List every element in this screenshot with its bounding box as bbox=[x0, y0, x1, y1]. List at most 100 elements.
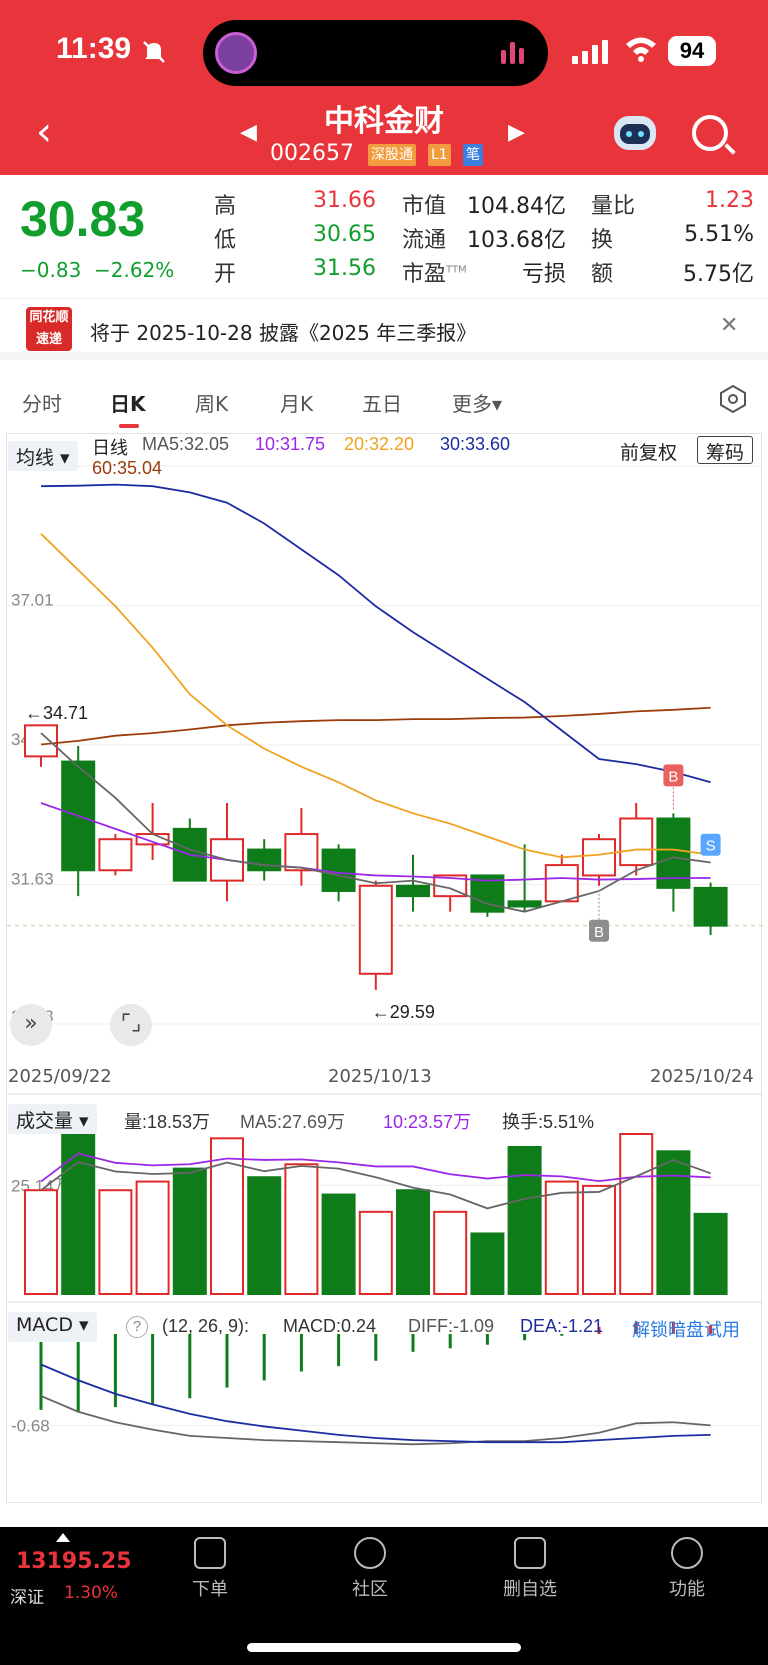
kline-chart[interactable]: 39.7137.0134.3331.6328.93←34.71←29.59BBS… bbox=[7, 434, 763, 1504]
candle-body bbox=[24, 724, 58, 758]
close-icon[interactable]: ✕ bbox=[720, 313, 738, 338]
menu-circle-icon bbox=[671, 1537, 703, 1569]
tab-five-day[interactable]: 五日 bbox=[362, 388, 402, 417]
legend-ma5: MA5:32.05 bbox=[142, 434, 230, 454]
legend-ma10: 10:31.75 bbox=[255, 434, 326, 454]
help-icon[interactable]: ? bbox=[126, 1316, 148, 1338]
settings-hexagon-icon[interactable] bbox=[718, 384, 748, 414]
tab-monthly-k[interactable]: 月K bbox=[280, 388, 313, 417]
tag-shenzhen-connect: 深股通 bbox=[368, 144, 416, 166]
quote-label: 低 bbox=[214, 228, 237, 253]
volume-bar bbox=[619, 1133, 654, 1295]
nav-remove-watchlist[interactable]: 删自选 bbox=[490, 1527, 570, 1601]
status-time: 11:39 bbox=[56, 32, 132, 65]
macd-params: (12, 26, 9): bbox=[162, 1316, 250, 1336]
volume-bar bbox=[172, 1167, 207, 1296]
tag-l1: L1 bbox=[428, 144, 451, 166]
sell-signal-label: S bbox=[706, 838, 716, 855]
news-banner[interactable]: 同花顺 速递 将于 2025-10-28 披露《2025 年三季报》 ✕ bbox=[0, 298, 768, 360]
tab-weekly-k[interactable]: 周K bbox=[195, 388, 228, 417]
quote-label: 高 bbox=[214, 194, 237, 219]
fullscreen-icon[interactable]: ⌜⌟ bbox=[110, 1004, 152, 1046]
candle-body bbox=[247, 848, 282, 872]
date-mid: 2025/10/13 bbox=[328, 1066, 432, 1087]
volume-bar bbox=[284, 1163, 319, 1295]
volume-bar bbox=[98, 1189, 133, 1295]
date-end: 2025/10/24 bbox=[650, 1066, 754, 1087]
tag-pen: 笔 bbox=[463, 144, 483, 166]
quote-label: 市值 bbox=[402, 194, 447, 219]
robot-assistant-icon[interactable] bbox=[614, 116, 656, 150]
buy-signal-label: B bbox=[668, 768, 678, 785]
legend-dea: DEA:-1.21 bbox=[520, 1316, 604, 1336]
quote-value: 5.51% bbox=[684, 222, 754, 247]
volume-bar bbox=[582, 1184, 616, 1296]
ma30-line bbox=[40, 483, 711, 784]
avatar bbox=[215, 32, 257, 74]
volume-indicator-select[interactable]: 成交量 ▾ bbox=[8, 1104, 97, 1134]
news-logo: 同花顺 速递 bbox=[26, 307, 72, 351]
candle-body bbox=[619, 817, 654, 867]
legend-volume: 量:18.53万 bbox=[124, 1112, 211, 1132]
nav-community[interactable]: 社区 bbox=[330, 1527, 410, 1601]
candle-body bbox=[284, 833, 319, 872]
candle-body bbox=[98, 838, 133, 872]
legend-ma30: 30:33.60 bbox=[440, 434, 511, 454]
index-value[interactable]: 13195.25 bbox=[16, 1549, 132, 1574]
volume-bar bbox=[396, 1189, 430, 1295]
chip-button[interactable]: 筹码 bbox=[697, 436, 754, 464]
quote-value: 103.68亿 bbox=[467, 228, 566, 253]
index-up-arrow-icon bbox=[56, 1533, 70, 1542]
candle-body bbox=[507, 900, 542, 908]
price-change: −0.83 −2.62% bbox=[20, 258, 175, 282]
quote-label: 开 bbox=[214, 262, 237, 287]
quote-value: 亏损 bbox=[521, 262, 566, 287]
quote-value: 5.75亿 bbox=[683, 262, 754, 287]
price-tick-label: 37.01 bbox=[11, 591, 54, 610]
volume-bar bbox=[693, 1212, 728, 1296]
prev-stock-arrow-icon[interactable]: ◀ bbox=[240, 120, 257, 145]
volume-bar bbox=[433, 1210, 468, 1295]
legend-volume-ma10: 10:23.57万 bbox=[383, 1112, 472, 1132]
legend-period: 日线 bbox=[92, 438, 128, 458]
unlock-link[interactable]: 解锁暗盘试用 bbox=[632, 1316, 740, 1342]
nav-functions[interactable]: 功能 bbox=[647, 1527, 727, 1601]
chart-area[interactable]: 39.7137.0134.3331.6328.93←34.71←29.59BBS… bbox=[6, 433, 763, 1504]
candle-body bbox=[582, 838, 616, 877]
macd-indicator-select[interactable]: MACD ▾ bbox=[8, 1312, 97, 1342]
quote-label: 流通 bbox=[402, 228, 447, 253]
macd-tick-label: -0.68 bbox=[11, 1416, 50, 1435]
quote-label: 市盈TTM bbox=[402, 262, 467, 287]
stock-code: 002657 bbox=[270, 141, 354, 166]
next-stock-arrow-icon[interactable]: ▶ bbox=[508, 120, 525, 145]
quote-label: 换 bbox=[591, 228, 614, 253]
battery-indicator: 94 bbox=[668, 36, 716, 66]
signal-icon bbox=[572, 40, 608, 64]
low-price-marker: ←29.59 bbox=[372, 1002, 435, 1022]
legend-macd: MACD:0.24 bbox=[283, 1316, 377, 1336]
tab-intraday[interactable]: 分时 bbox=[22, 388, 62, 417]
search-icon[interactable] bbox=[692, 115, 728, 151]
candle-body bbox=[358, 884, 393, 975]
volume-bar bbox=[61, 1133, 96, 1295]
tab-daily-k[interactable]: 日K bbox=[110, 388, 146, 417]
legend-ma60: 60:35.04 bbox=[92, 458, 163, 478]
legend-ma20: 20:32.20 bbox=[344, 434, 415, 454]
volume-bar bbox=[544, 1180, 579, 1295]
nav-order[interactable]: 下单 bbox=[170, 1527, 250, 1601]
adjust-mode-button[interactable]: 前复权 bbox=[620, 438, 677, 466]
candle-body bbox=[321, 848, 356, 892]
volume-bar bbox=[507, 1145, 542, 1295]
quote-value: 31.66 bbox=[313, 188, 376, 213]
active-tab-indicator bbox=[119, 424, 139, 428]
quote-value: 30.65 bbox=[313, 222, 376, 247]
news-text[interactable]: 将于 2025-10-28 披露《2025 年三季报》 bbox=[90, 317, 476, 346]
expand-arrows-icon[interactable]: » bbox=[10, 1004, 52, 1046]
tab-more[interactable]: 更多▾ bbox=[452, 388, 502, 417]
volume-bar bbox=[358, 1210, 393, 1295]
volume-bar bbox=[135, 1180, 170, 1295]
legend-diff: DIFF:-1.09 bbox=[408, 1316, 495, 1336]
current-price: 30.83 bbox=[20, 191, 146, 247]
quote-label: 量比 bbox=[591, 194, 636, 219]
ma-indicator-select[interactable]: 均线 ▾ bbox=[8, 441, 78, 471]
